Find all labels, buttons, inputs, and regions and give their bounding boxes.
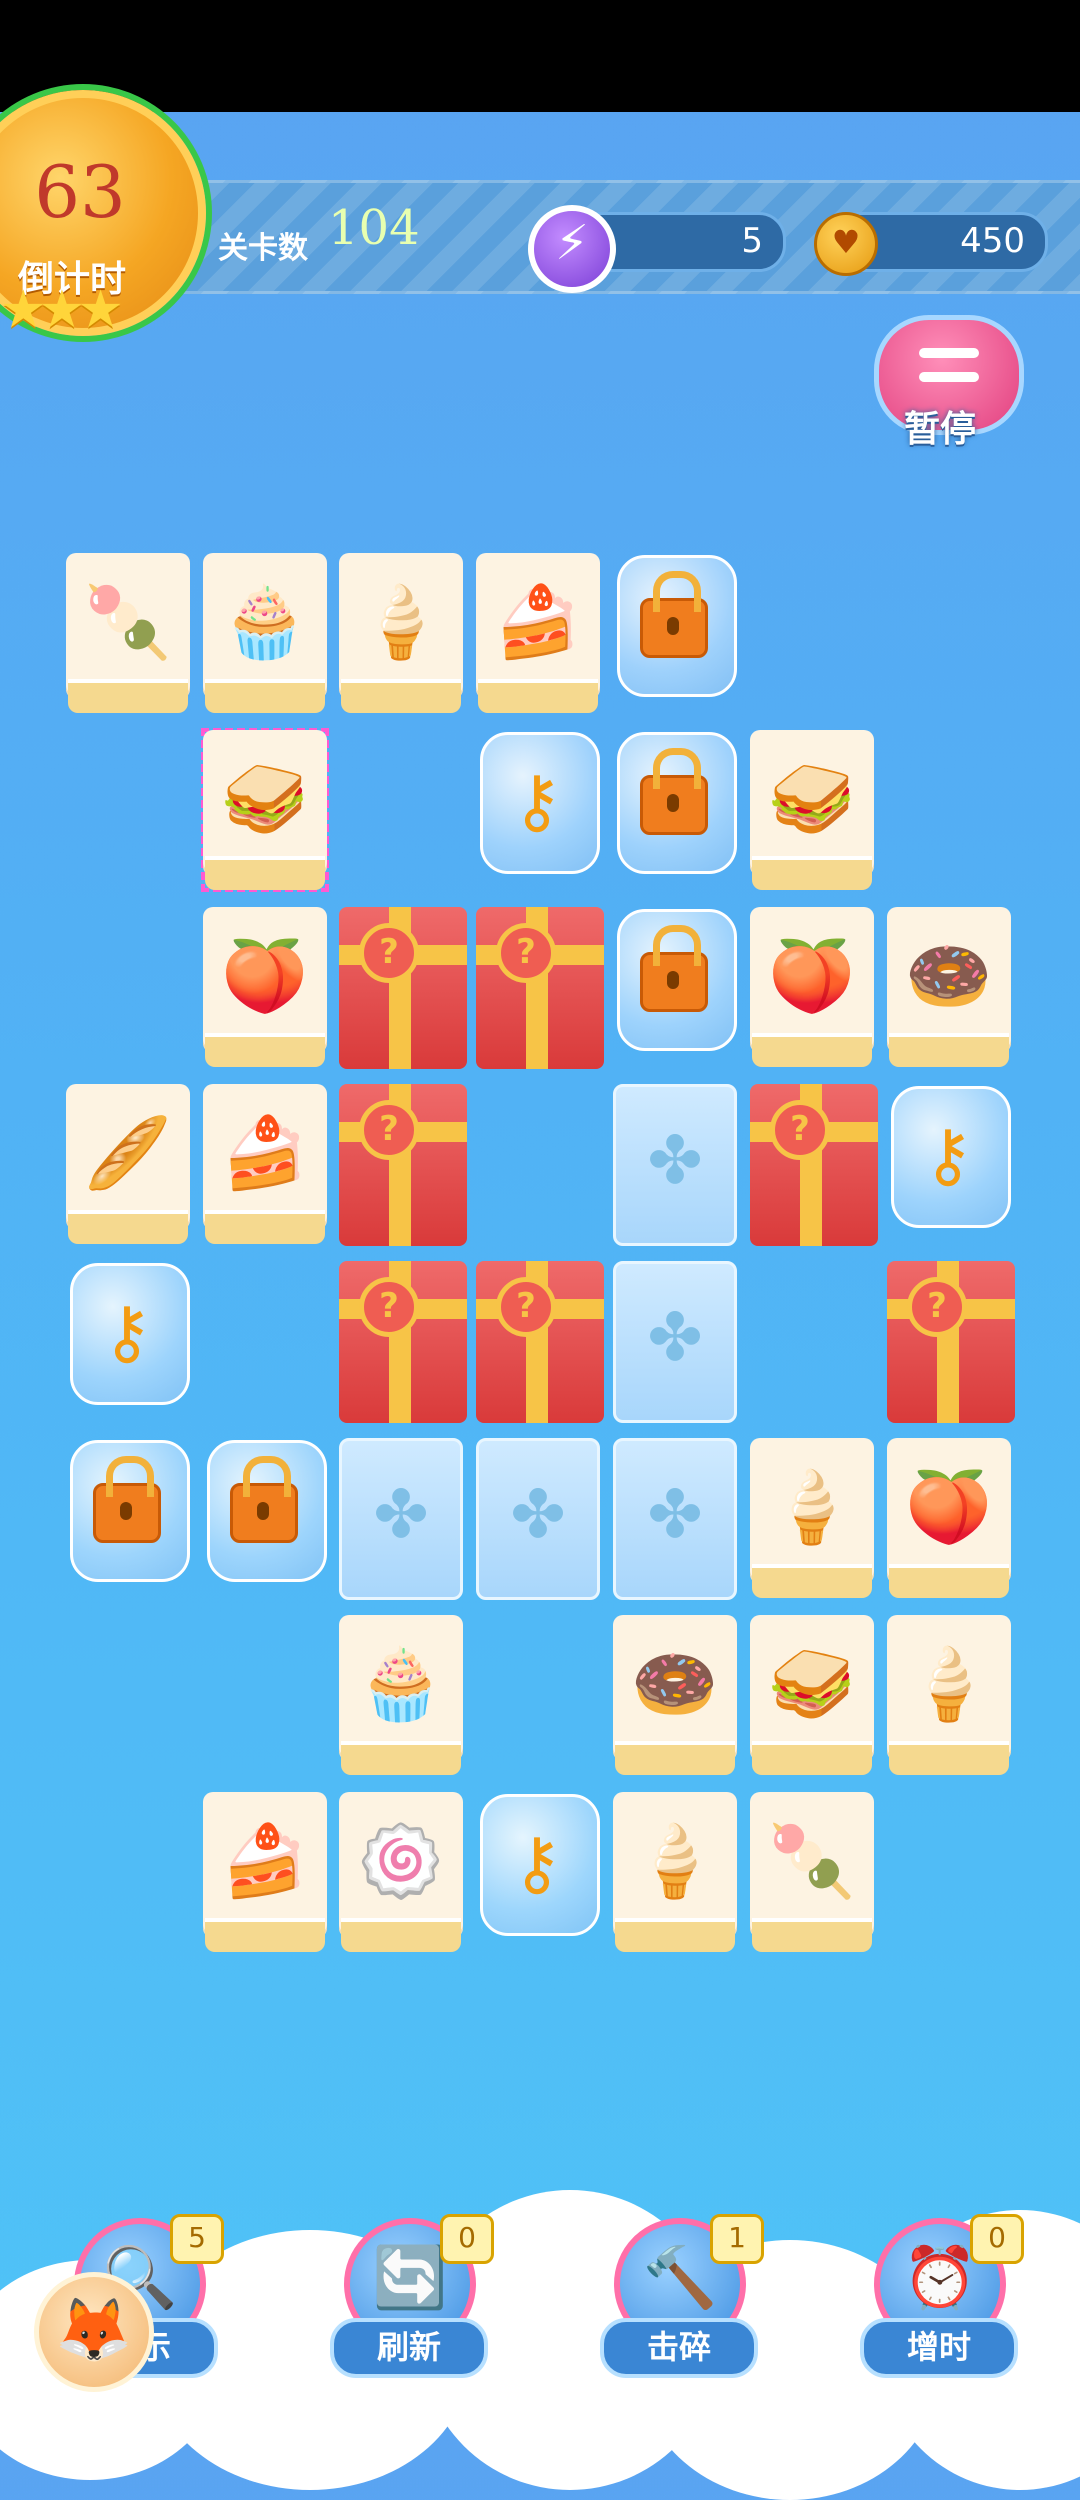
tile-mystery-gift[interactable]: ? — [476, 907, 604, 1069]
tile-cupcake[interactable]: 🧁 — [339, 1615, 463, 1775]
refresh-tool[interactable]: 🔄 0 刷新 — [330, 2210, 494, 2380]
lock-icon — [617, 925, 731, 1014]
tile-layer-cake[interactable]: 🍰 — [476, 553, 600, 713]
tile-key[interactable]: ⚷ — [66, 1261, 190, 1421]
peach-bun-icon: 🍑 — [768, 935, 856, 1017]
cupcake-icon: 🧁 — [221, 581, 309, 663]
layer-cake-icon: 🍰 — [221, 1112, 309, 1194]
question-mark-icon: ? — [359, 1100, 419, 1160]
tile-mystery-gift[interactable]: ? — [339, 907, 467, 1069]
tile-bread[interactable]: 🥖 — [66, 1084, 190, 1244]
key-icon: ⚷ — [511, 760, 563, 842]
tile-key[interactable]: ⚷ — [887, 1084, 1011, 1244]
lock-icon — [617, 748, 731, 837]
tile-ice-cream-cone[interactable]: 🍦 — [613, 1792, 737, 1952]
clover-icon: ✤ — [373, 1476, 429, 1553]
cupcake-icon: 🧁 — [357, 1643, 445, 1725]
question-mark-icon: ? — [907, 1277, 967, 1337]
tile-lock[interactable] — [613, 907, 737, 1067]
tile-lock[interactable] — [66, 1438, 190, 1598]
skewer-icon: 🍡 — [84, 581, 172, 663]
tile-donut[interactable]: 🍩 — [613, 1615, 737, 1775]
tile-sandwich[interactable]: 🥪 — [201, 728, 329, 892]
tile-peach-bun[interactable]: 🍑 — [203, 907, 327, 1067]
donut-icon: 🍩 — [631, 1643, 719, 1725]
skewer-icon: 🍡 — [768, 1820, 856, 1902]
tile-swiss-roll[interactable]: 🍥 — [339, 1792, 463, 1952]
tile-ice-cream-cone[interactable]: 🍦 — [750, 1438, 874, 1598]
tile-mystery-gift[interactable]: ? — [476, 1261, 604, 1423]
tile-ice-cream-cone[interactable]: 🍦 — [887, 1615, 1011, 1775]
tile-mystery-gift[interactable]: ? — [339, 1084, 467, 1246]
add-time-label: 增时 — [860, 2318, 1018, 2378]
tile-ice-block[interactable]: ✤ — [613, 1084, 737, 1246]
question-mark-icon: ? — [359, 923, 419, 983]
ice-cream-cone-icon: 🍦 — [357, 581, 445, 663]
tile-ice-block[interactable]: ✤ — [613, 1261, 737, 1423]
tile-ice-block[interactable]: ✤ — [613, 1438, 737, 1600]
question-mark-icon: ? — [496, 923, 556, 983]
tile-layer-cake[interactable]: 🍰 — [203, 1084, 327, 1244]
tile-skewer[interactable]: 🍡 — [750, 1792, 874, 1952]
donut-icon: 🍩 — [905, 935, 993, 1017]
clover-icon: ✤ — [647, 1299, 703, 1376]
game-board: 🍡 🧁 🍦 🍰 🥪 ⚷ 🥪 🍑?? 🍑 🍩 🥖 🍰? ✤? ⚷ ⚷?? ✤? ✤ ✤ ✤ 🍦 🍑 🧁 🍩 🥪 🍦 🍰 🍥 ⚷ 🍦 🍡 — [0, 0, 1080, 2400]
question-mark-icon: ? — [359, 1277, 419, 1337]
tile-sandwich[interactable]: 🥪 — [750, 1615, 874, 1775]
tile-ice-cream-cone[interactable]: 🍦 — [339, 553, 463, 713]
clover-icon: ✤ — [510, 1476, 566, 1553]
smash-tool[interactable]: 🔨 1 击碎 — [600, 2210, 764, 2380]
smash-count: 1 — [710, 2214, 764, 2264]
add-time-tool[interactable]: ⏰ 0 增时 — [860, 2210, 1024, 2380]
ice-cream-cone-icon: 🍦 — [631, 1820, 719, 1902]
key-icon: ⚷ — [922, 1114, 974, 1196]
swiss-roll-icon: 🍥 — [357, 1820, 445, 1902]
tile-skewer[interactable]: 🍡 — [66, 553, 190, 713]
tile-peach-bun[interactable]: 🍑 — [750, 907, 874, 1067]
key-icon: ⚷ — [511, 1822, 563, 1904]
key-icon: ⚷ — [101, 1291, 153, 1373]
lock-icon — [207, 1456, 321, 1545]
tile-ice-block[interactable]: ✤ — [339, 1438, 463, 1600]
lock-icon — [617, 571, 731, 660]
sandwich-icon: 🥪 — [768, 758, 856, 840]
sandwich-icon: 🥪 — [221, 758, 309, 840]
refresh-count: 0 — [440, 2214, 494, 2264]
tile-cupcake[interactable]: 🧁 — [203, 553, 327, 713]
tile-mystery-gift[interactable]: ? — [339, 1261, 467, 1423]
tile-lock[interactable] — [613, 553, 737, 713]
cake-slice-icon: 🍰 — [221, 1820, 309, 1902]
sandwich-icon: 🥪 — [768, 1643, 856, 1725]
mascot-avatar: 🦊 — [34, 2272, 154, 2392]
smash-label: 击碎 — [600, 2318, 758, 2378]
tile-donut[interactable]: 🍩 — [887, 907, 1011, 1067]
peach-bun-icon: 🍑 — [221, 935, 309, 1017]
tile-key[interactable]: ⚷ — [476, 730, 600, 890]
bread-icon: 🥖 — [84, 1112, 172, 1194]
peach-bun-icon: 🍑 — [905, 1466, 993, 1548]
clover-icon: ✤ — [647, 1476, 703, 1553]
lock-icon — [70, 1456, 184, 1545]
refresh-label: 刷新 — [330, 2318, 488, 2378]
tile-mystery-gift[interactable]: ? — [750, 1084, 878, 1246]
tile-lock[interactable] — [613, 730, 737, 890]
layer-cake-icon: 🍰 — [494, 581, 582, 663]
tile-key[interactable]: ⚷ — [476, 1792, 600, 1952]
question-mark-icon: ? — [770, 1100, 830, 1160]
ice-cream-cone-icon: 🍦 — [768, 1466, 856, 1548]
tile-peach-bun[interactable]: 🍑 — [887, 1438, 1011, 1598]
tile-mystery-gift[interactable]: ? — [887, 1261, 1015, 1423]
hint-count: 5 — [170, 2214, 224, 2264]
tile-lock[interactable] — [203, 1438, 327, 1598]
ice-cream-cone-icon: 🍦 — [905, 1643, 993, 1725]
tile-ice-block[interactable]: ✤ — [476, 1438, 600, 1600]
tile-cake-slice[interactable]: 🍰 — [203, 1792, 327, 1952]
tile-sandwich[interactable]: 🥪 — [750, 730, 874, 890]
clover-icon: ✤ — [647, 1122, 703, 1199]
add-time-count: 0 — [970, 2214, 1024, 2264]
question-mark-icon: ? — [496, 1277, 556, 1337]
